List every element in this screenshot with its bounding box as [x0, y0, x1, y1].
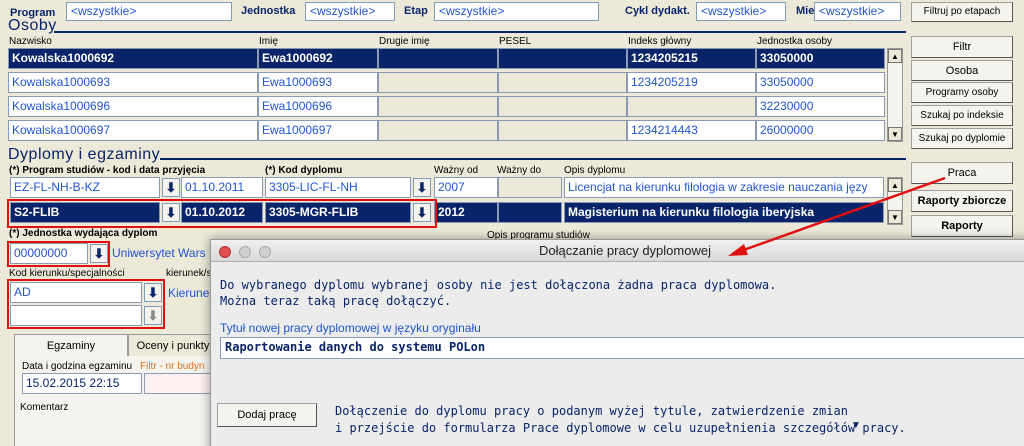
annotation-arrow-icon [728, 176, 946, 256]
